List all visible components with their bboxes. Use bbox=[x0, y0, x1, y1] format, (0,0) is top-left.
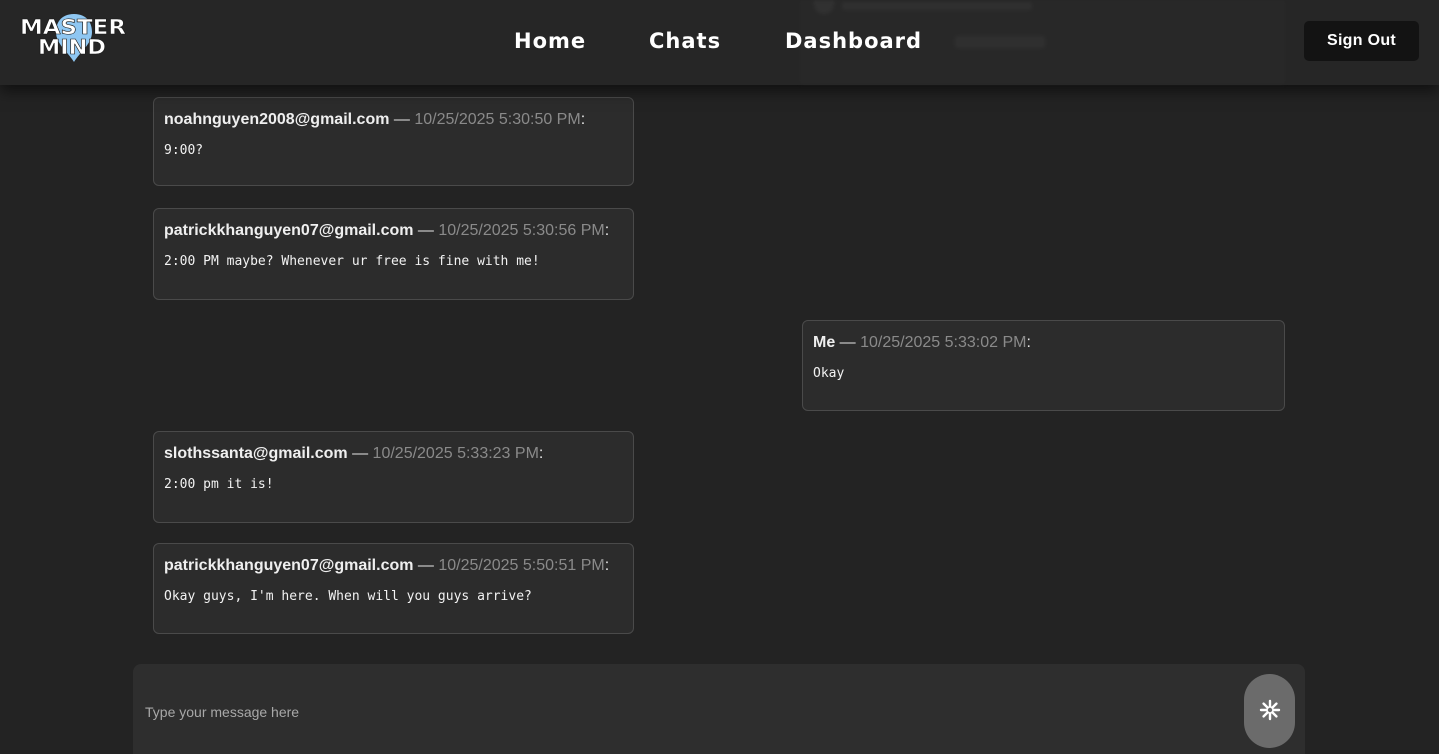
asterisk-send-icon bbox=[1259, 699, 1281, 724]
message-composer bbox=[133, 664, 1305, 754]
nav-dashboard-link[interactable]: Dashboard bbox=[785, 26, 922, 56]
chat-page: MASTER MIND Home Chats Dashboard Sign Ou… bbox=[0, 0, 1439, 754]
message-item: patrickkhanguyen07@gmail.com — 10/25/202… bbox=[153, 208, 634, 300]
top-navbar: MASTER MIND Home Chats Dashboard Sign Ou… bbox=[0, 0, 1439, 85]
message-text: 9:00? bbox=[164, 143, 204, 158]
message-author: patrickkhanguyen07@gmail.com bbox=[164, 222, 414, 239]
message-timestamp: 10/25/2025 5:50:51 PM bbox=[438, 557, 605, 574]
message-author: patrickkhanguyen07@gmail.com bbox=[164, 557, 414, 574]
nav-chats-link[interactable]: Chats bbox=[649, 26, 721, 56]
message-text: Okay guys, I'm here. When will you guys … bbox=[164, 589, 532, 604]
logo-line2: MIND bbox=[38, 35, 106, 59]
message-timestamp: 10/25/2025 5:33:02 PM bbox=[860, 334, 1027, 351]
send-button[interactable] bbox=[1244, 674, 1295, 748]
message-text: 2:00 PM maybe? Whenever ur free is fine … bbox=[164, 254, 540, 269]
message-timestamp: 10/25/2025 5:30:50 PM bbox=[414, 111, 581, 128]
message-text: 2:00 pm it is! bbox=[164, 477, 274, 492]
message-author: slothssanta@gmail.com bbox=[164, 445, 348, 462]
message-item: slothssanta@gmail.com — 10/25/2025 5:33:… bbox=[153, 431, 634, 523]
message-item: patrickkhanguyen07@gmail.com — 10/25/202… bbox=[153, 543, 634, 634]
message-timestamp: 10/25/2025 5:30:56 PM bbox=[438, 222, 605, 239]
message-meta: slothssanta@gmail.com — 10/25/2025 5:33:… bbox=[164, 445, 544, 462]
message-meta: noahnguyen2008@gmail.com — 10/25/2025 5:… bbox=[164, 111, 586, 128]
message-input[interactable] bbox=[133, 664, 1233, 754]
sign-out-button[interactable]: Sign Out bbox=[1304, 21, 1419, 61]
message-meta: patrickkhanguyen07@gmail.com — 10/25/202… bbox=[164, 222, 610, 239]
message-timestamp: 10/25/2025 5:33:23 PM bbox=[372, 445, 539, 462]
message-item-own: Me — 10/25/2025 5:33:02 PM: Okay bbox=[802, 320, 1285, 411]
message-meta: Me — 10/25/2025 5:33:02 PM: bbox=[813, 334, 1031, 351]
message-item: noahnguyen2008@gmail.com — 10/25/2025 5:… bbox=[153, 97, 634, 186]
message-meta: patrickkhanguyen07@gmail.com — 10/25/202… bbox=[164, 557, 610, 574]
nav-home-link[interactable]: Home bbox=[514, 26, 586, 56]
message-author: noahnguyen2008@gmail.com bbox=[164, 111, 390, 128]
message-author: Me bbox=[813, 334, 836, 351]
mastermind-logo[interactable]: MASTER MIND bbox=[20, 12, 128, 64]
message-text: Okay bbox=[813, 366, 845, 381]
